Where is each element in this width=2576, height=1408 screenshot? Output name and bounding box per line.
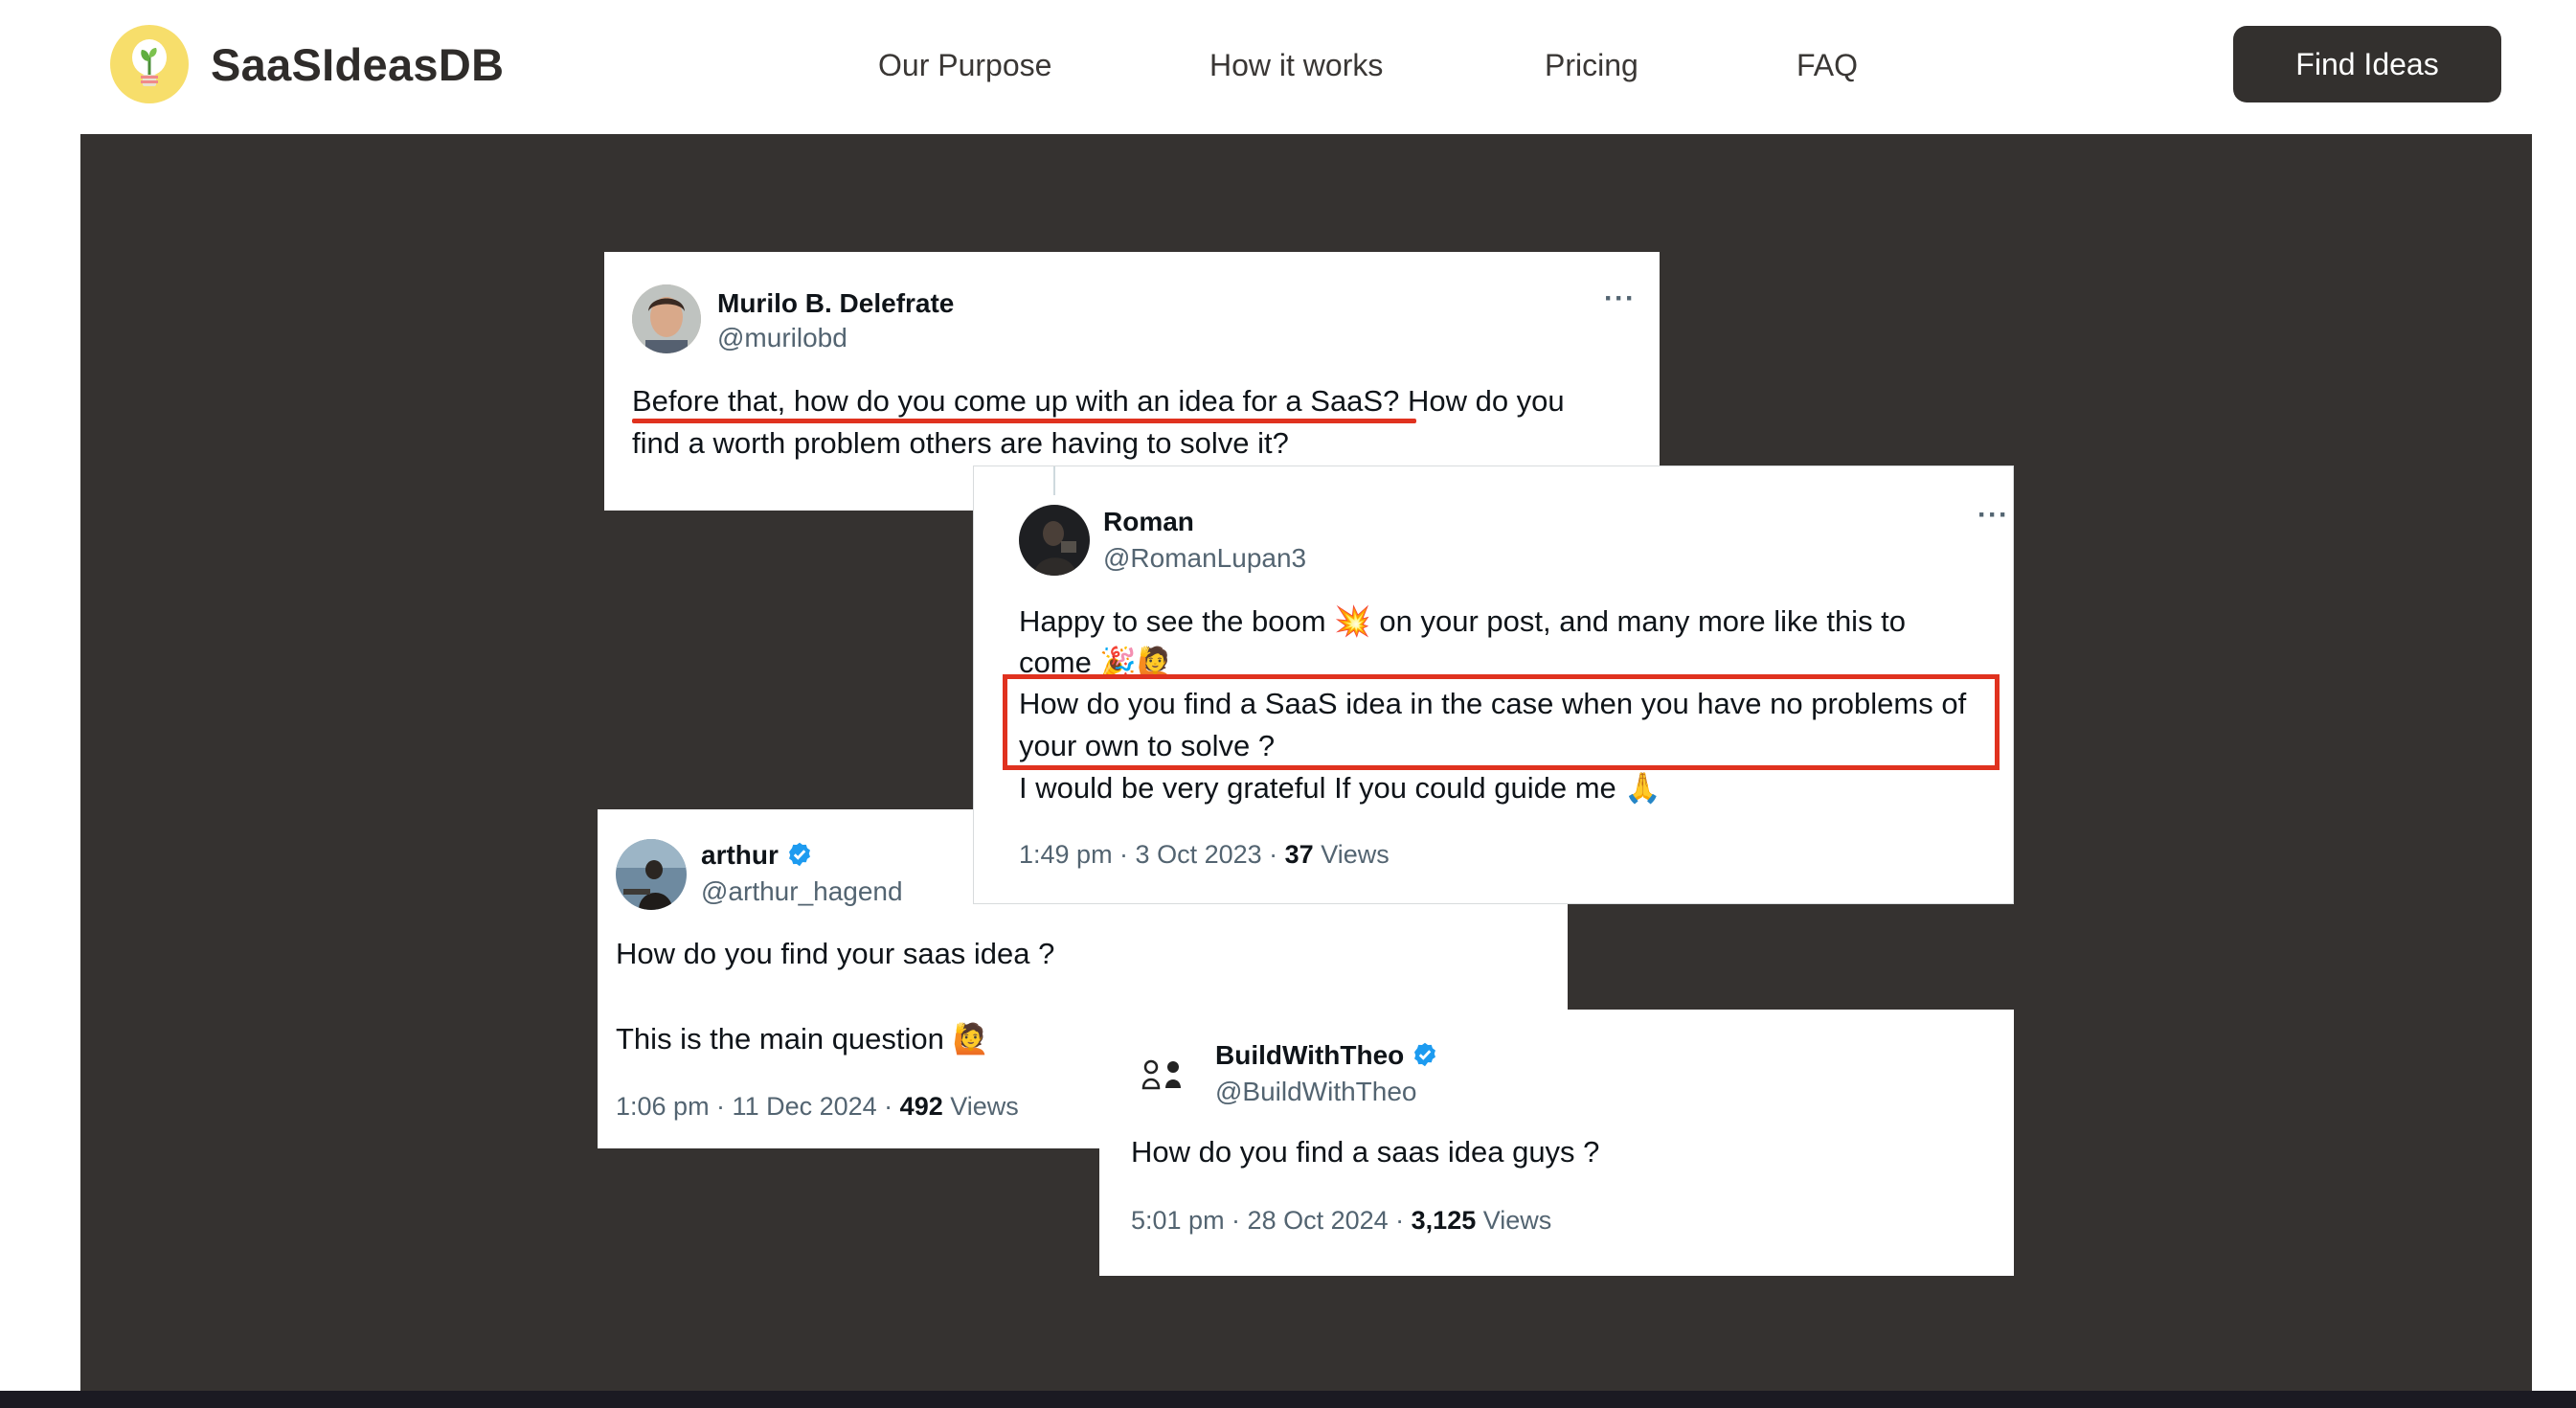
brand-name[interactable]: SaaSIdeasDB <box>211 38 504 91</box>
collision-icon: 💥 <box>1334 604 1371 639</box>
nav-link-faq[interactable]: FAQ <box>1796 48 1858 83</box>
verified-badge-icon <box>788 842 810 867</box>
more-horizontal-icon[interactable]: ··· <box>1977 499 2009 532</box>
tweet-author-name: BuildWithTheo <box>1215 1040 1438 1071</box>
bottom-edge-bar <box>0 1391 2576 1408</box>
tweet-card-roman: Roman @RomanLupan3 ··· Happy to see the … <box>973 466 2014 904</box>
tweet-author-name: Murilo B. Delefrate <box>717 288 955 318</box>
tweet-card-buildwiththeo: BuildWithTheo @BuildWithTheo How do you … <box>1099 1010 2014 1276</box>
verified-badge-icon <box>1414 1042 1436 1067</box>
tweet-timestamp[interactable]: 1:49 pm · 3 Oct 2023 · 37 Views <box>1019 840 1390 870</box>
avatar <box>1019 505 1090 576</box>
tweet-text-line: Happy to see the boom 💥 on your post, an… <box>1019 604 1907 639</box>
nav-link-pricing[interactable]: Pricing <box>1545 48 1638 83</box>
tweet-author-handle: @BuildWithTheo <box>1215 1077 1417 1106</box>
person-raising-hand-icon: 🙋 <box>952 1022 990 1056</box>
tweet-text-line: find a worth problem others are having t… <box>632 426 1289 460</box>
tweet-text-line: your own to solve ? <box>1019 729 1276 762</box>
more-horizontal-icon[interactable]: ··· <box>1604 283 1636 315</box>
tweet-author-handle: @RomanLupan3 <box>1103 543 1307 573</box>
avatar <box>616 839 687 910</box>
top-navbar: SaaSIdeasDB Our Purpose How it works Pri… <box>0 0 2576 134</box>
find-ideas-button[interactable]: Find Ideas <box>2233 26 2501 102</box>
nav-link-how-it-works[interactable]: How it works <box>1209 48 1383 83</box>
thread-connector-line <box>1053 466 1055 495</box>
tweet-text-line: This is the main question 🙋 <box>616 1022 990 1056</box>
tweet-timestamp[interactable]: 5:01 pm · 28 Oct 2024 · 3,125 Views <box>1131 1206 1551 1236</box>
tweet-author-handle: @murilobd <box>717 323 847 352</box>
nav-link-our-purpose[interactable]: Our Purpose <box>878 48 1051 83</box>
tweet-author-name: Roman <box>1103 507 1194 536</box>
folded-hands-icon: 🙏 <box>1624 771 1662 806</box>
avatar <box>1131 1046 1192 1107</box>
tweet-author-handle: @arthur_hagend <box>701 876 903 906</box>
tweet-text-line: Before that, how do you come up with an … <box>632 384 1565 418</box>
logo-icon[interactable] <box>110 25 189 103</box>
tweet-author-name: arthur <box>701 840 813 871</box>
tweet-text-line: I would be very grateful If you could gu… <box>1019 771 1662 806</box>
tweet-text-line: How do you find your saas idea ? <box>616 937 1055 970</box>
tweet-text-line: How do you find a saas idea guys ? <box>1131 1135 1600 1169</box>
tweet-text-line: How do you find a SaaS idea in the case … <box>1019 687 1967 720</box>
avatar <box>632 284 701 353</box>
tweet-timestamp[interactable]: 1:06 pm · 11 Dec 2024 · 492 Views <box>616 1092 1019 1122</box>
